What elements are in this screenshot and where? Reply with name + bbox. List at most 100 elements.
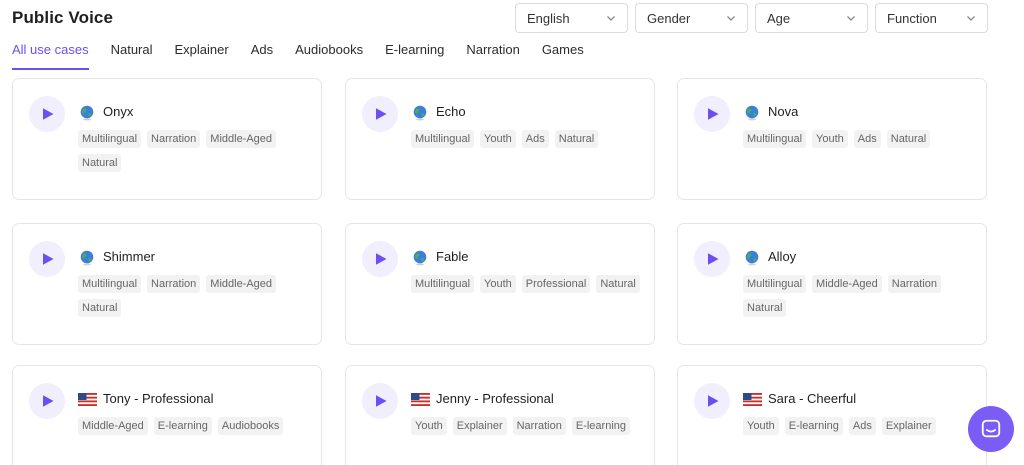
voice-tag: Youth [743,417,779,435]
voice-tag: Multilingual [411,275,475,293]
voice-name: Alloy [768,249,797,264]
voice-tag: E-learning [784,417,843,435]
chat-button[interactable] [968,406,1014,452]
voice-tag: Middle-Aged [78,417,148,435]
voice-tags: Multilingual Narration Middle-Aged Natural [78,130,313,172]
voice-tag: Youth [480,130,516,148]
chevron-down-icon [967,16,975,21]
globe-icon [744,250,760,266]
voice-tag: Youth [812,130,848,148]
voice-tag: Multilingual [78,130,142,148]
tab-games[interactable]: Games [542,42,584,70]
voice-tag: Natural [78,299,122,317]
tab-natural[interactable]: Natural [111,42,153,70]
page-title: Public Voice [12,8,114,27]
play-icon [43,108,54,120]
voice-tag: Multilingual [78,275,142,293]
voice-tag: Narration [512,417,566,435]
voice-card[interactable]: Jenny - Professional Youth Explainer Narrat… [345,365,655,465]
play-button[interactable] [29,96,65,132]
us-flag-icon [78,393,97,406]
tab-ads[interactable]: Ads [251,42,273,70]
tab-all-use-cases[interactable]: All use cases [12,42,89,70]
voice-card[interactable]: Sara - Cheerful Youth E-learning Ads Explain… [677,365,987,465]
voice-tag: E-learning [571,417,630,435]
voice-tag: Professional [521,275,591,293]
voice-tag: Middle-Aged [812,275,882,293]
voice-tag: Multilingual [743,275,807,293]
voice-name: Onyx [103,104,134,119]
voice-card[interactable]: Alloy Multilingual Middle-Aged Narration Nat… [677,223,987,345]
play-button[interactable] [362,383,398,419]
play-button[interactable] [29,241,65,277]
function-select[interactable]: Function [875,3,988,33]
voice-tag: Natural [886,130,931,148]
voice-tags: Youth Explainer Narration E-learning [411,417,646,435]
tab-explainer[interactable]: Explainer [175,42,229,70]
voice-card[interactable]: Tony - Professional Middle-Aged E-learning… [12,365,322,465]
voice-tags: Multilingual Youth Ads Natural [743,130,978,148]
voice-name: Jenny - Professional [436,391,554,406]
voice-card[interactable]: Onyx Multilingual Narration Middle-Aged Natu… [12,78,322,200]
gender-select-label: Gender [647,10,691,26]
voice-tag: Natural [743,299,787,317]
voice-tag: Narration [887,275,942,293]
gender-select[interactable]: Gender [635,3,748,33]
age-select[interactable]: Age [755,3,868,33]
voice-name: Fable [436,249,469,264]
voice-tag: Narration [147,130,201,148]
play-icon [376,253,387,265]
tab-e-learning[interactable]: E-learning [385,42,444,70]
voice-tag: Multilingual [743,130,807,148]
voice-card[interactable]: Fable Multilingual Youth Professional Natura… [345,223,655,345]
voice-tags: Multilingual Youth Professional Natural [411,275,646,293]
play-button[interactable] [694,383,730,419]
play-button[interactable] [362,241,398,277]
voice-tag: Multilingual [411,130,475,148]
tab-narration[interactable]: Narration [466,42,519,70]
play-button[interactable] [694,96,730,132]
header: Public Voice English Gender Age Function [0,0,1024,40]
voice-card[interactable]: Nova Multilingual Youth Ads Natural [677,78,987,200]
play-icon [708,395,719,407]
chevron-down-icon [847,16,855,21]
tab-audiobooks[interactable]: Audiobooks [295,42,363,70]
play-button[interactable] [362,96,398,132]
play-button[interactable] [694,241,730,277]
us-flag-icon [411,393,430,406]
globe-icon [412,250,428,266]
voice-name: Shimmer [103,249,156,264]
voice-name: Nova [768,104,799,119]
voice-tag: Explainer [452,417,507,435]
function-select-label: Function [887,10,937,26]
voice-tag: Ads [848,417,876,435]
voice-tag: Youth [480,275,516,293]
use-case-tabs: All use cases Natural Explainer Ads Audi… [12,42,584,70]
voice-tag: Ads [853,130,881,148]
chevron-down-icon [727,16,735,21]
voice-tag: Middle-Aged [206,275,277,293]
voice-card[interactable]: Shimmer Multilingual Narration Middle-Aged N… [12,223,322,345]
voice-card[interactable]: Echo Multilingual Youth Ads Natural [345,78,655,200]
voice-tag: Natural [554,130,599,148]
play-icon [376,395,387,407]
language-select[interactable]: English [515,3,628,33]
voice-tag: Natural [78,154,122,172]
voice-tag: E-learning [153,417,212,435]
voice-tags: Youth E-learning Ads Explainer [743,417,978,435]
voice-tags: Multilingual Youth Ads Natural [411,130,646,148]
chevron-down-icon [607,16,615,21]
voice-tag: Narration [147,275,201,293]
filter-bar: English Gender Age Function [515,3,988,33]
us-flag-icon [743,393,762,406]
voice-tags: Multilingual Narration Middle-Aged Natural [78,275,313,317]
voice-name: Echo [436,104,466,119]
voice-tag: Explainer [881,417,936,435]
globe-icon [744,105,760,121]
play-button[interactable] [29,383,65,419]
globe-icon [412,105,428,121]
globe-icon [79,250,95,266]
voice-tag: Audiobooks [217,417,284,435]
voice-tags: Middle-Aged E-learning Audiobooks [78,417,313,435]
voice-tag: Youth [411,417,447,435]
